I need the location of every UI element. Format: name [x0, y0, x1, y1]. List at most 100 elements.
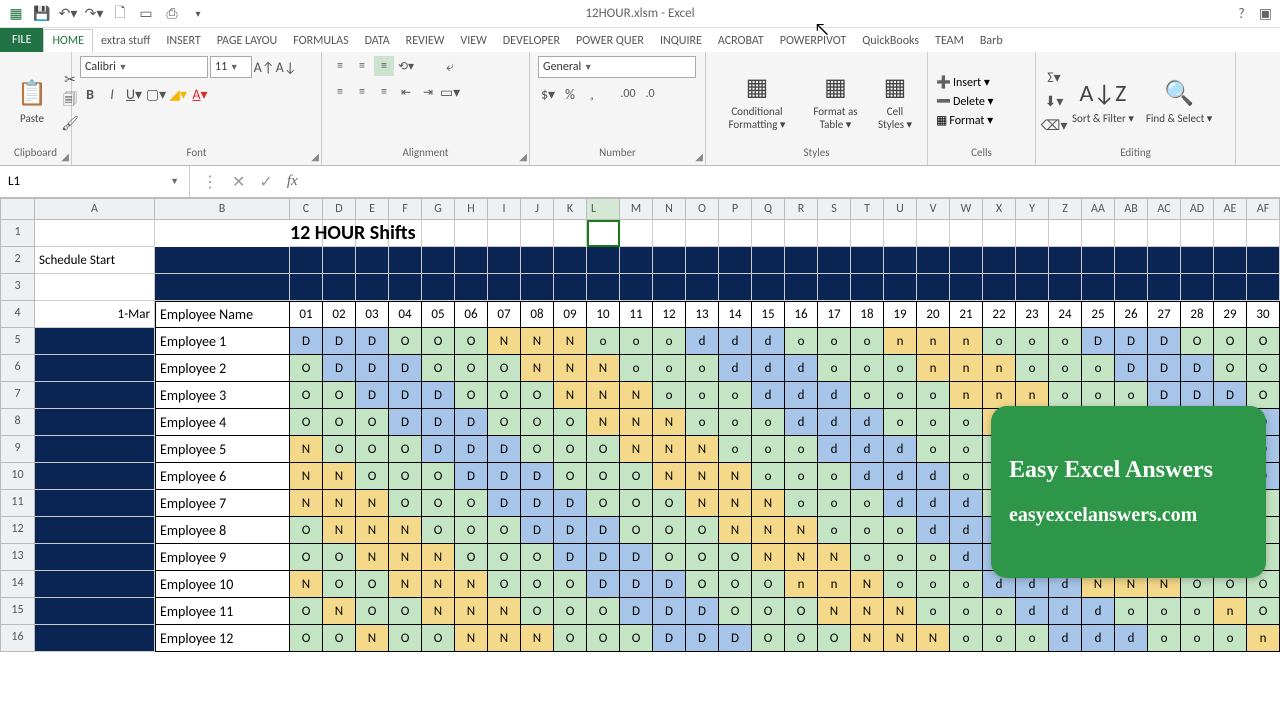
cell[interactable]: O — [422, 355, 455, 382]
cell[interactable]: O — [488, 409, 521, 436]
cell[interactable]: O — [290, 517, 323, 544]
cell[interactable] — [983, 247, 1016, 274]
cell[interactable] — [35, 598, 155, 625]
cell[interactable]: 30 — [1247, 301, 1280, 328]
cell[interactable] — [521, 220, 554, 247]
cell[interactable]: O — [488, 382, 521, 409]
col-header[interactable]: K — [554, 198, 587, 220]
cell[interactable]: N — [290, 436, 323, 463]
cell[interactable]: D — [1115, 328, 1148, 355]
cell[interactable] — [554, 274, 587, 301]
cell[interactable]: O — [455, 355, 488, 382]
row-header[interactable]: 7 — [0, 382, 35, 409]
cell[interactable]: N — [521, 328, 554, 355]
cell[interactable]: N — [917, 625, 950, 652]
cell[interactable]: N — [290, 490, 323, 517]
cell[interactable]: o — [719, 436, 752, 463]
cell[interactable]: O — [422, 625, 455, 652]
cell[interactable]: D — [488, 490, 521, 517]
cell[interactable]: O — [653, 544, 686, 571]
cell[interactable]: o — [983, 598, 1016, 625]
cell[interactable]: O — [356, 463, 389, 490]
cell[interactable]: Schedule Start — [35, 247, 155, 274]
cell[interactable]: D — [521, 490, 554, 517]
cell[interactable] — [1148, 220, 1181, 247]
align-bottom-icon[interactable]: ≡ — [374, 56, 394, 76]
cell[interactable] — [1247, 247, 1280, 274]
cell[interactable]: O — [323, 544, 356, 571]
format-as-table-button[interactable]: ▦Format as Table ▾ — [804, 67, 867, 135]
cell[interactable]: o — [1049, 328, 1082, 355]
cell[interactable]: D — [1181, 382, 1214, 409]
clear-icon[interactable]: ⌫▾ — [1044, 115, 1064, 135]
cell[interactable]: O — [488, 517, 521, 544]
cell[interactable]: O — [1247, 355, 1280, 382]
cell[interactable]: O — [620, 490, 653, 517]
cell[interactable]: 11 — [620, 301, 653, 328]
cell[interactable] — [1181, 220, 1214, 247]
row-header[interactable]: 5 — [0, 328, 35, 355]
cell[interactable] — [818, 220, 851, 247]
tab-acrobat[interactable]: ACROBAT — [710, 30, 772, 52]
cell[interactable]: O — [521, 436, 554, 463]
cell[interactable]: o — [719, 409, 752, 436]
tab-review[interactable]: REVIEW — [398, 30, 453, 52]
cell[interactable]: N — [455, 625, 488, 652]
cell[interactable] — [1115, 274, 1148, 301]
cell[interactable]: 18 — [851, 301, 884, 328]
cell[interactable] — [290, 247, 323, 274]
cell[interactable]: D — [455, 436, 488, 463]
cell[interactable]: o — [1049, 355, 1082, 382]
cell[interactable] — [851, 274, 884, 301]
cell[interactable]: O — [290, 355, 323, 382]
cell[interactable]: O — [1214, 328, 1247, 355]
cell[interactable] — [35, 382, 155, 409]
cell[interactable]: o — [950, 463, 983, 490]
cell[interactable]: D — [587, 544, 620, 571]
cell[interactable]: Employee 2 — [155, 355, 290, 382]
wrap-text-icon[interactable]: ⤶ — [440, 56, 460, 76]
fill-icon[interactable]: ⬇▾ — [1044, 91, 1064, 111]
cell[interactable] — [554, 247, 587, 274]
cell[interactable]: O — [785, 625, 818, 652]
cell[interactable] — [917, 274, 950, 301]
tab-view[interactable]: VIEW — [452, 30, 494, 52]
cell[interactable]: o — [851, 544, 884, 571]
cell[interactable]: d — [1049, 625, 1082, 652]
cell[interactable]: D — [422, 382, 455, 409]
cell[interactable]: d — [884, 463, 917, 490]
cell[interactable]: D — [389, 355, 422, 382]
cell[interactable]: D — [587, 517, 620, 544]
row-header[interactable]: 12 — [0, 517, 35, 544]
cell[interactable]: D — [455, 463, 488, 490]
cell[interactable] — [1148, 247, 1181, 274]
cell[interactable] — [851, 220, 884, 247]
cell[interactable]: O — [686, 571, 719, 598]
cell[interactable]: D — [422, 436, 455, 463]
cell[interactable]: D — [323, 355, 356, 382]
cell[interactable]: d — [1115, 625, 1148, 652]
cell[interactable]: O — [290, 409, 323, 436]
cell[interactable]: D — [1181, 355, 1214, 382]
dialog-launcher-icon[interactable]: ◢ — [311, 150, 319, 163]
cell[interactable]: O — [620, 517, 653, 544]
cell[interactable]: 12 HOUR Shifts — [290, 220, 323, 247]
cell[interactable]: o — [1148, 598, 1181, 625]
tab-barb[interactable]: Barb — [972, 30, 1011, 52]
cell[interactable] — [587, 220, 620, 247]
cell[interactable]: D — [587, 571, 620, 598]
cell[interactable]: O — [323, 625, 356, 652]
cell[interactable] — [1082, 247, 1115, 274]
col-header[interactable]: T — [851, 198, 884, 220]
cell[interactable] — [1247, 274, 1280, 301]
cell[interactable]: o — [686, 382, 719, 409]
cell[interactable]: 02 — [323, 301, 356, 328]
increase-decimal-icon[interactable]: .00 — [618, 84, 638, 104]
col-header[interactable]: N — [653, 198, 686, 220]
fx-enter-icon[interactable]: ✓ — [259, 172, 272, 192]
cell[interactable]: 19 — [884, 301, 917, 328]
col-header[interactable]: C — [290, 198, 323, 220]
col-header[interactable]: D — [323, 198, 356, 220]
cell[interactable]: Employee 11 — [155, 598, 290, 625]
cell[interactable] — [653, 274, 686, 301]
